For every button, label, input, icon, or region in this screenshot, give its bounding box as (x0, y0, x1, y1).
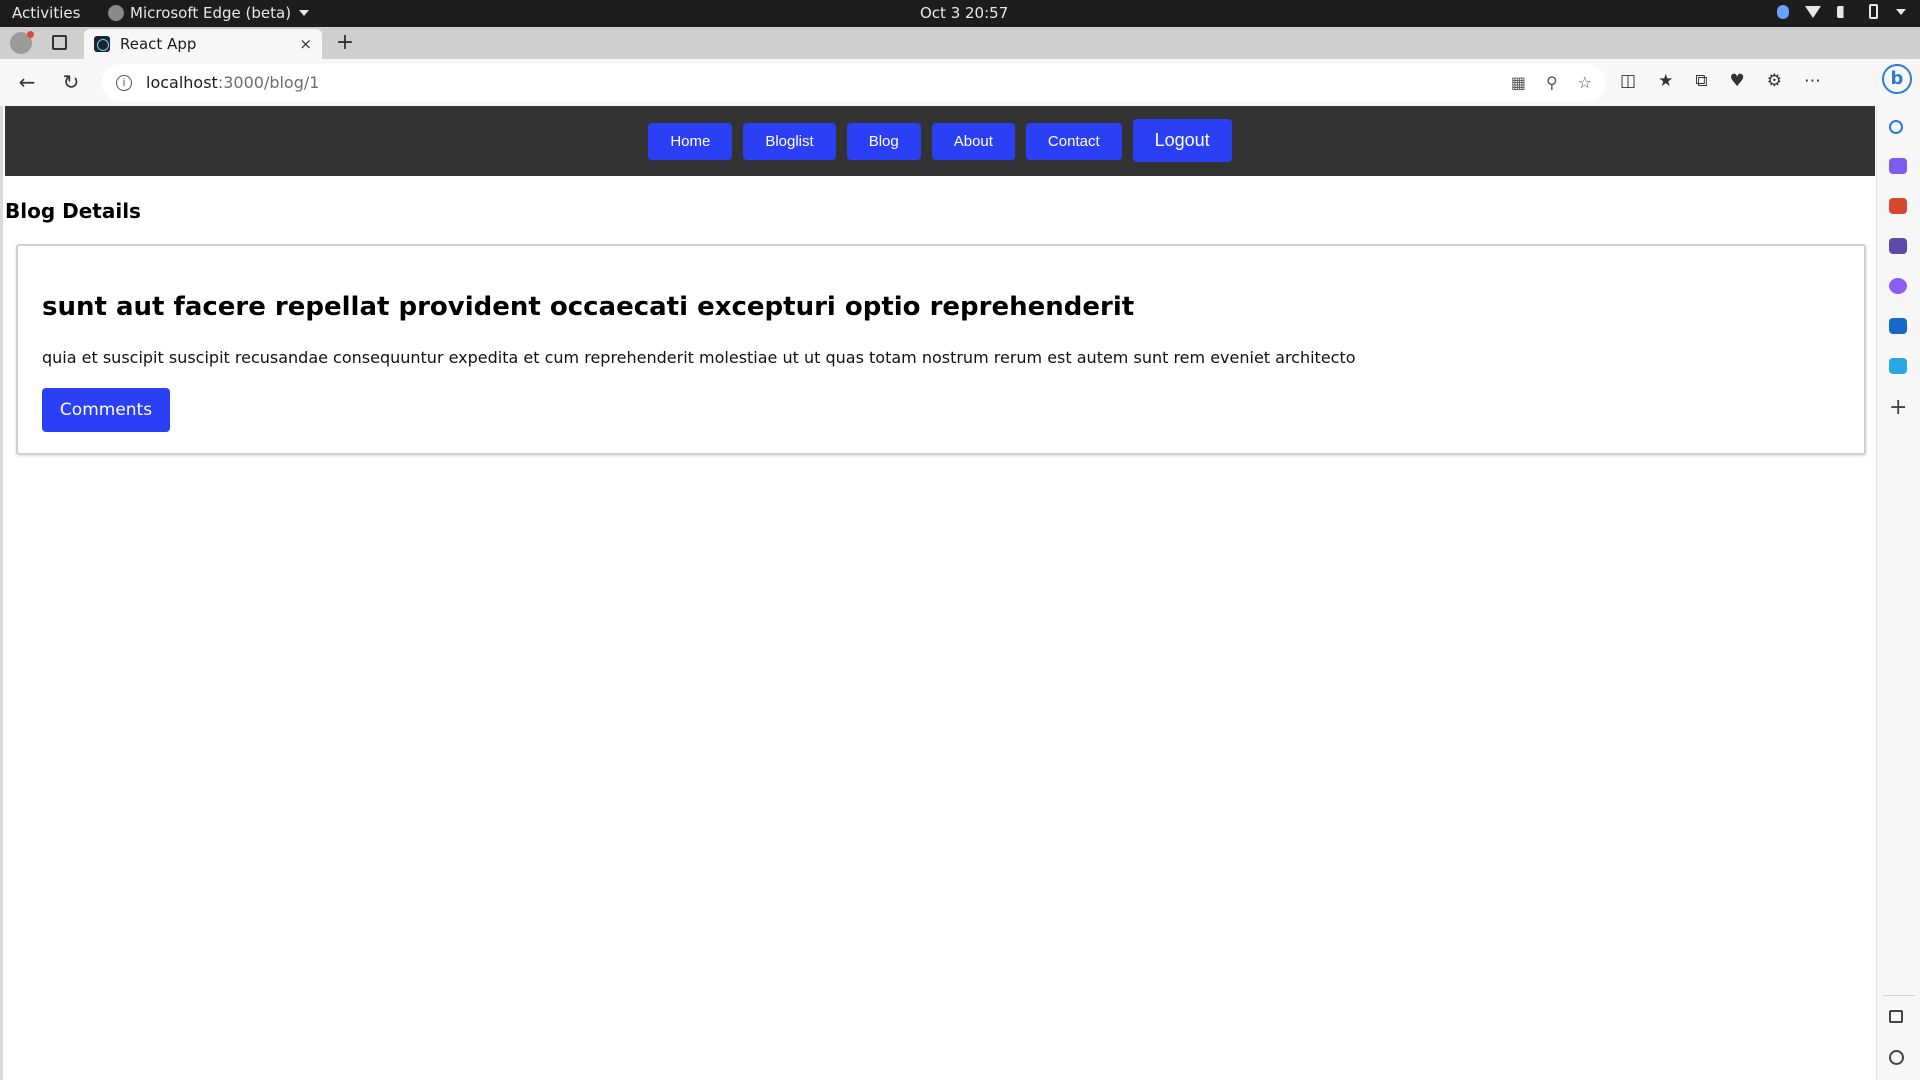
address-bar-actions: ▦ ⚲ ☆ (1511, 73, 1606, 92)
tools-icon[interactable] (1889, 198, 1907, 214)
nav-home-button[interactable]: Home (648, 122, 733, 160)
microsoft-365-icon[interactable] (1889, 278, 1907, 294)
outlook-icon[interactable] (1889, 318, 1907, 334)
site-info-icon[interactable]: i (116, 74, 132, 91)
activities-button[interactable]: Activities (12, 4, 80, 22)
nav-blog-button[interactable]: Blog (846, 122, 921, 160)
tab-strip: React App × + (0, 27, 1920, 59)
profile-avatar-icon[interactable] (10, 31, 34, 54)
app-available-icon[interactable]: ▦ (1511, 73, 1526, 92)
drop-icon[interactable] (1889, 358, 1907, 374)
logout-button[interactable]: Logout (1132, 118, 1232, 162)
search-icon[interactable] (1889, 120, 1903, 134)
react-favicon-icon (94, 36, 110, 52)
favorites-icon[interactable]: ★ (1658, 71, 1673, 91)
tray-caret-down-icon (1896, 8, 1906, 15)
browser-toolbar: ← ↻ i localhost:3000/blog/1 ▦ ⚲ ☆ ◫ ★ ⧉ … (0, 59, 1920, 106)
new-tab-button[interactable]: + (330, 29, 360, 59)
nav-about-button[interactable]: About (931, 122, 1015, 160)
edge-app-icon (108, 5, 124, 21)
blog-post-title: sunt aut facere repellat provident occae… (42, 292, 1135, 322)
sidebar-divider (1883, 995, 1915, 996)
favorite-star-icon[interactable]: ☆ (1578, 73, 1592, 92)
comments-button[interactable]: Comments (42, 388, 170, 432)
extensions-icon[interactable]: ⚙ (1767, 71, 1782, 91)
tab-react-app[interactable]: React App × (84, 29, 322, 59)
site-navbar: Home Bloglist Blog About Contact Logout (5, 106, 1875, 176)
tab-title: React App (120, 35, 197, 53)
add-sidebar-app-icon[interactable]: + (1889, 397, 1907, 419)
url-host: localhost (146, 73, 218, 92)
page-viewport: Home Bloglist Blog About Contact Logout … (0, 106, 1876, 1080)
url-path: :3000/blog/1 (217, 73, 320, 92)
volume-icon (1837, 5, 1853, 18)
system-tray[interactable] (1777, 4, 1906, 19)
app-menu-label: Microsoft Edge (beta) (130, 4, 292, 22)
split-screen-icon[interactable]: ◫ (1620, 71, 1636, 91)
shopping-tag-icon[interactable] (1889, 158, 1907, 174)
blog-post-card: sunt aut facere repellat provident occae… (16, 244, 1866, 455)
caret-down-icon (299, 10, 310, 16)
tab-actions-icon[interactable] (52, 35, 67, 50)
os-top-bar: Activities Microsoft Edge (beta) Oct 3 2… (0, 0, 1920, 27)
clock[interactable]: Oct 3 20:57 (920, 4, 1008, 22)
refresh-icon[interactable]: ↻ (58, 69, 84, 95)
toolbar-right-icons: ◫ ★ ⧉ ♥ ⚙ ⋯ (1620, 71, 1821, 91)
back-arrow-icon[interactable]: ← (14, 69, 40, 95)
blog-post-body: quia et suscipit suscipit recusandae con… (42, 348, 1356, 367)
collections-icon[interactable]: ⧉ (1695, 71, 1707, 91)
battery-icon (1869, 4, 1878, 19)
wifi-icon (1805, 5, 1821, 18)
more-menu-icon[interactable]: ⋯ (1804, 71, 1821, 91)
hide-sidebar-icon[interactable] (1889, 1010, 1903, 1023)
page-title: Blog Details (5, 199, 141, 223)
zoom-icon[interactable]: ⚲ (1546, 73, 1558, 92)
tab-close-icon[interactable]: × (299, 35, 312, 53)
notification-indicator-icon (1777, 4, 1789, 19)
games-icon[interactable] (1889, 238, 1907, 254)
browser-essentials-icon[interactable]: ♥ (1729, 71, 1744, 91)
edge-sidebar: + (1876, 106, 1920, 1080)
address-bar[interactable]: i localhost:3000/blog/1 ▦ ⚲ ☆ (102, 64, 1606, 101)
app-menu[interactable]: Microsoft Edge (beta) (108, 4, 310, 22)
nav-bloglist-button[interactable]: Bloglist (743, 122, 836, 160)
sidebar-settings-gear-icon[interactable] (1889, 1050, 1904, 1065)
bing-copilot-icon[interactable]: b (1882, 64, 1912, 94)
nav-contact-button[interactable]: Contact (1025, 122, 1122, 160)
